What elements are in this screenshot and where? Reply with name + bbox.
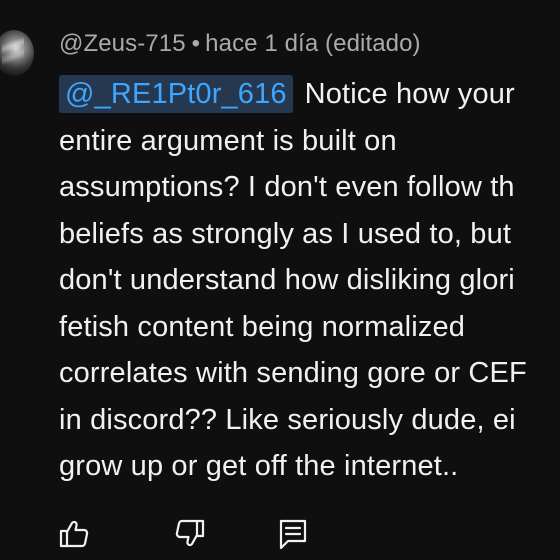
- comment-time: hace 1 día (editado): [205, 30, 421, 57]
- dislike-button[interactable]: [173, 517, 207, 551]
- avatar[interactable]: [0, 30, 34, 76]
- reply-button[interactable]: [276, 517, 310, 551]
- comment-author[interactable]: @Zeus-715: [59, 30, 186, 57]
- comment-line-text: Notice how your: [304, 78, 515, 110]
- comment-icon: [279, 519, 307, 550]
- thumb-up-icon: [59, 520, 89, 548]
- comment-body: @_RE1Pt0r_616 Notice how your entire argu…: [59, 71, 560, 490]
- comment-meta: @Zeus-715 • hace 1 día (editado): [59, 30, 421, 58]
- comment-actions: [0, 517, 560, 551]
- comment-line: entire argument is built on: [59, 124, 397, 157]
- comment-line: don't understand how disliking glori: [59, 264, 515, 296]
- comment-line: beliefs as strongly as I used to, but: [59, 217, 512, 250]
- comment-line: @_RE1Pt0r_616 Notice how your: [59, 71, 560, 118]
- comment-line: assumptions? I don't even follow th: [59, 171, 515, 203]
- comment-line: correlates with sending gore or CEF: [59, 357, 527, 389]
- comment-line: in discord?? Like seriously dude, ei: [59, 403, 516, 436]
- like-button[interactable]: [57, 517, 91, 551]
- thumb-down-icon: [175, 519, 205, 547]
- mention-link[interactable]: @_RE1Pt0r_616: [59, 75, 293, 113]
- meta-separator: •: [191, 30, 201, 57]
- comment-line: grow up or get off the internet..: [59, 450, 459, 482]
- comment-line: fetish content being normalized: [59, 310, 466, 343]
